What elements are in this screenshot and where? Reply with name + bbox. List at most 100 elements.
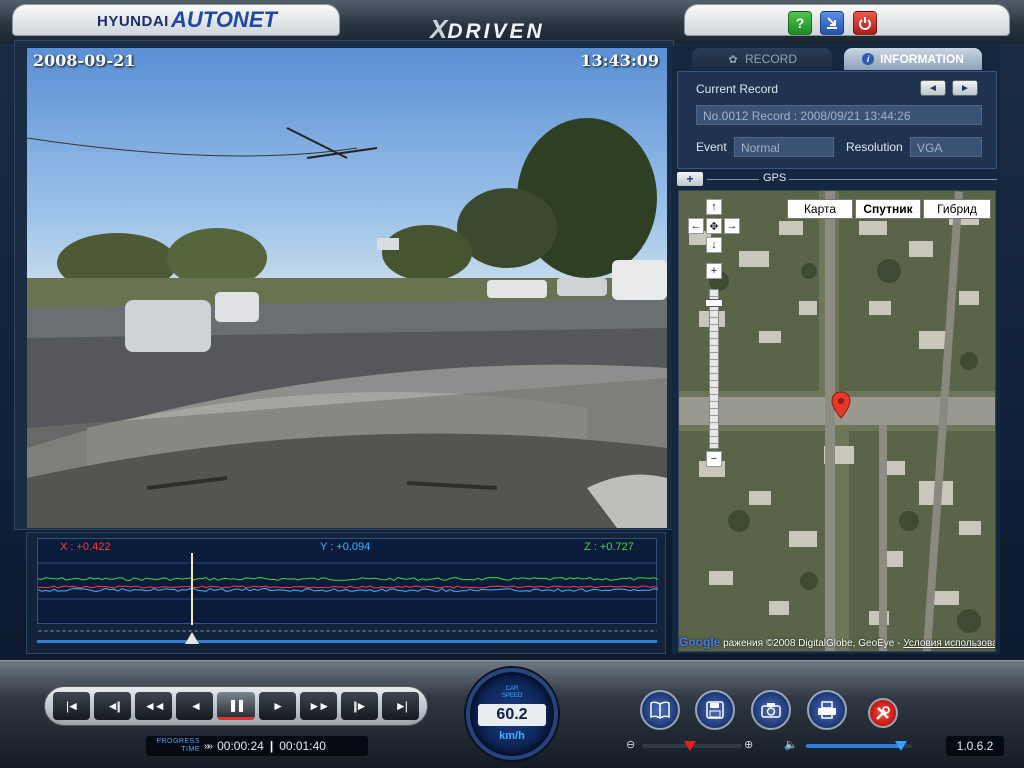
tab-information-label: INFORMATION (880, 52, 964, 66)
record-tab-icon: ✿ (728, 53, 738, 66)
resolution-value-field: VGA (910, 137, 982, 157)
terms-link[interactable]: Условия использования (903, 638, 995, 649)
info-icon: i (862, 53, 875, 65)
volume-fill (806, 744, 902, 748)
playback-progress[interactable] (37, 628, 657, 650)
event-value-field: Normal (734, 137, 834, 157)
save-icon (706, 701, 724, 719)
gsensor-z-line (38, 576, 658, 582)
progress-time-display: PROGRESS TIME »» 00:00:24 | 00:01:40 (146, 736, 368, 756)
book-button[interactable] (640, 690, 680, 730)
current-record-label: Current Record (696, 82, 779, 96)
video-player[interactable]: 2008-09-21 13:43:09 (27, 48, 667, 528)
zoom-out-icon: ⊖ (626, 739, 636, 751)
zoom-in-icon: ⊕ (744, 739, 754, 751)
fast-forward-button[interactable]: ►► (299, 692, 337, 720)
zoom-in-button[interactable]: + (706, 263, 722, 279)
google-logo: Google (679, 635, 721, 649)
speed-value: 60.2 (478, 704, 546, 726)
zoom-slider-thumb[interactable] (684, 741, 696, 751)
map-attribution: ражения ©2008 DigitalGlobe, GeoEye - (723, 638, 904, 649)
progress-label: PROGRESS (156, 738, 200, 745)
play-reverse-button[interactable]: ◄ (176, 692, 214, 720)
zoom-slider[interactable]: ⊖ ⊕ (626, 738, 758, 754)
time-arrows-icon: »» (204, 740, 213, 752)
speaker-icon: 🔈 (784, 739, 798, 751)
book-icon (650, 701, 670, 719)
pan-right-button[interactable]: → (724, 218, 740, 234)
speed-title: CAR SPEED (470, 686, 554, 700)
map-zoom-slider[interactable] (709, 289, 719, 449)
total-time: 00:01:40 (279, 739, 326, 753)
map-type-satellite[interactable]: Спутник (855, 199, 921, 219)
step-forward-button[interactable]: ||► (340, 692, 378, 720)
step-back-button[interactable]: ◄|| (94, 692, 132, 720)
next-record-button[interactable]: ► (952, 80, 978, 96)
play-button[interactable]: ► (258, 692, 296, 720)
skip-end-button[interactable]: ►| (381, 692, 419, 720)
minimize-button[interactable] (820, 11, 844, 35)
progress-dots (37, 630, 657, 632)
location-pin-icon[interactable] (831, 391, 851, 419)
current-time: 00:00:24 (217, 739, 264, 753)
pan-up-button[interactable]: ↑ (706, 199, 722, 215)
time-separator: | (269, 739, 274, 753)
progress-track[interactable] (37, 640, 657, 643)
gsensor-plot (38, 553, 658, 625)
minimize-icon (827, 17, 837, 29)
help-label: ? (795, 15, 805, 31)
video-date-overlay: 2008-09-21 (33, 51, 136, 70)
skip-start-button[interactable]: |◄ (53, 692, 91, 720)
window-controls: ? (684, 4, 1010, 36)
tab-information[interactable]: i INFORMATION (844, 48, 982, 70)
zoom-out-button[interactable]: − (706, 451, 722, 467)
gsensor-x-line (38, 585, 658, 589)
pan-center-button[interactable]: ✥ (706, 218, 722, 234)
gps-header: + GPS (677, 172, 997, 186)
pause-button[interactable]: ❚❚ (217, 692, 255, 720)
power-button[interactable] (853, 11, 877, 35)
resolution-label: Resolution (846, 140, 903, 154)
gps-map[interactable]: Карта Спутник Гибрид ↑ ← ✥ → ↓ + − Googl… (678, 190, 996, 652)
print-button[interactable] (807, 690, 847, 730)
save-button[interactable] (695, 690, 735, 730)
settings-button[interactable] (868, 698, 898, 728)
help-button[interactable]: ? (788, 11, 812, 35)
brand-hyundai-text: HYUNDAI (97, 13, 169, 30)
tab-record-label: RECORD (744, 52, 797, 66)
map-type-hybrid[interactable]: Гибрид (923, 199, 991, 219)
time-label: TIME (181, 746, 200, 753)
tab-record[interactable]: ✿ RECORD (692, 48, 832, 70)
rewind-button[interactable]: ◄◄ (135, 692, 173, 720)
progress-time-label: PROGRESS TIME (146, 738, 204, 754)
record-value-field: No.0012 Record : 2008/09/21 13:44:26 (696, 105, 982, 125)
video-scene (27, 118, 667, 528)
snapshot-button[interactable] (751, 690, 791, 730)
brand-autonet-logo: AUTONET (171, 7, 277, 32)
speed-title-speed: SPEED (501, 693, 523, 699)
car-speed-gauge: CAR SPEED 60.2 km/h (466, 668, 558, 760)
speed-title-car: CAR (505, 686, 519, 692)
gsensor-graph[interactable]: X : +0.422 Y : +0.094 Z : +0.727 (37, 538, 658, 625)
volume-slider[interactable]: 🔈 (784, 738, 916, 754)
tools-icon (876, 706, 890, 720)
pan-down-button[interactable]: ↓ (706, 237, 722, 253)
progress-thumb[interactable] (185, 632, 199, 644)
map-type-map[interactable]: Карта (787, 199, 853, 219)
pan-left-button[interactable]: ← (688, 218, 704, 234)
gsensor-y-line (38, 587, 658, 593)
map-zoom-knob[interactable] (705, 299, 723, 307)
gps-label: GPS (763, 172, 787, 184)
transport-controls: |◄ ◄|| ◄◄ ◄ ❚❚ ► ►► ||► ►| (44, 686, 428, 726)
power-icon (859, 17, 871, 30)
map-footer: Google ражения ©2008 DigitalGlobe, GeoEy… (679, 635, 995, 649)
prev-record-button[interactable]: ◄ (920, 80, 946, 96)
satellite-imagery (679, 191, 995, 651)
record-info-box: Current Record ◄ ► No.0012 Record : 2008… (677, 71, 997, 169)
volume-slider-thumb[interactable] (895, 741, 908, 751)
gps-expand-button[interactable]: + (677, 172, 703, 186)
app-window: HYUNDAI AUTONET XDRIVEN ? 2008-09-21 13:… (0, 0, 1024, 768)
video-time-overlay: 13:43:09 (580, 51, 659, 70)
title-bar: HYUNDAI AUTONET XDRIVEN ? (0, 0, 1024, 44)
camera-icon (761, 703, 781, 718)
